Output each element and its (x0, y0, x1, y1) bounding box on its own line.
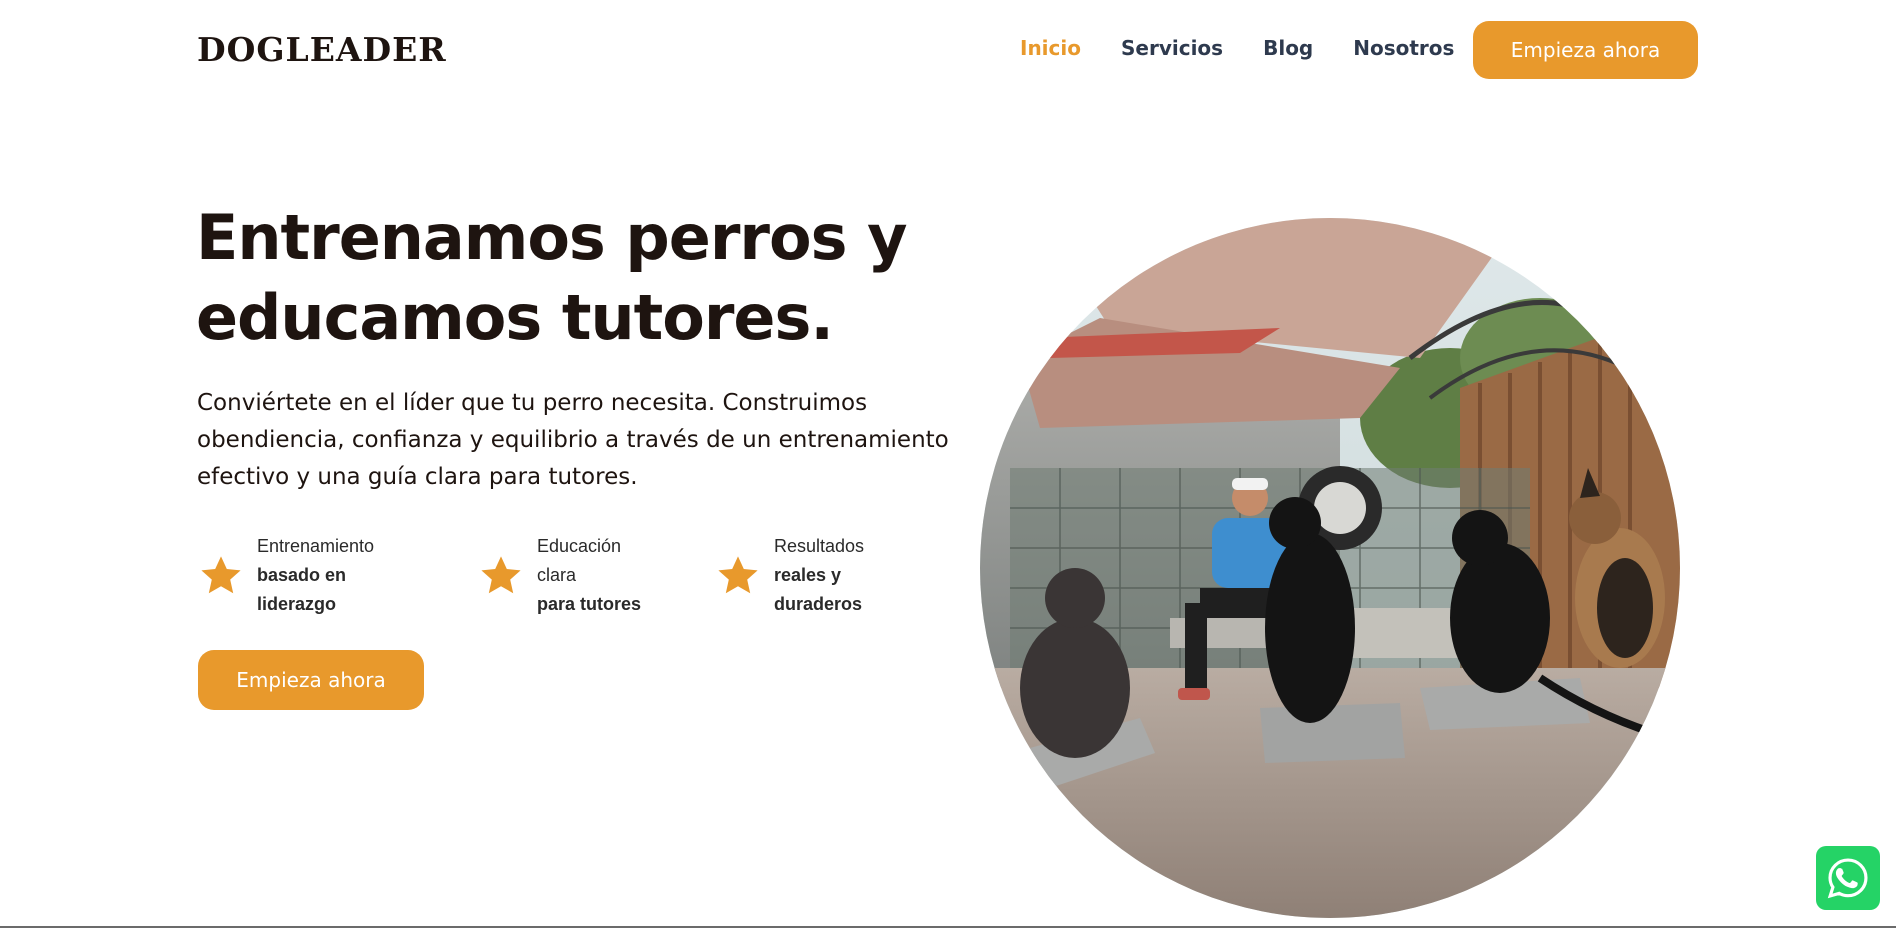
feature-line3: liderazgo (257, 594, 337, 614)
whatsapp-icon (1827, 858, 1868, 899)
feature-line2: reales y (774, 565, 842, 585)
main-nav: Inicio Servicios Blog Nosotros (1020, 36, 1494, 60)
feature-line1: Entrenamiento (257, 536, 375, 556)
nav-item-blog[interactable]: Blog (1263, 36, 1313, 60)
feature-list: Entrenamiento basado en liderazgo Educac… (197, 532, 957, 622)
hero-photo-illustration (980, 218, 1680, 918)
hero-title: Entrenamos perros y educamos tutores. (196, 198, 956, 358)
feature-line1: Resultados (774, 536, 865, 556)
hero-cta-button[interactable]: Empieza ahora (198, 650, 424, 710)
hero-description: Conviértete en el líder que tu perro nec… (197, 390, 949, 490)
feature-item: Educación clara para tutores (477, 532, 641, 619)
logo[interactable]: DOGLEADER (197, 30, 447, 69)
feature-line3: para tutores (537, 594, 642, 614)
feature-item: Resultados reales y duraderos (714, 532, 864, 619)
hero-title-line2: educamos tutores. (196, 281, 834, 354)
feature-item: Entrenamiento basado en liderazgo (197, 532, 374, 619)
nav-item-nosotros[interactable]: Nosotros (1353, 36, 1454, 60)
hero-title-line1: Entrenamos perros y (196, 201, 907, 274)
feature-text: Resultados reales y duraderos (774, 532, 864, 619)
whatsapp-button[interactable] (1816, 846, 1880, 910)
star-icon (201, 556, 241, 594)
hero-photo (980, 218, 1680, 918)
nav-item-inicio[interactable]: Inicio (1020, 36, 1081, 60)
header-cta-button[interactable]: Empieza ahora (1473, 21, 1698, 79)
feature-line1: Educación (537, 536, 622, 556)
feature-line2: basado en (257, 565, 347, 585)
star-icon (481, 556, 521, 594)
feature-line2: clara (537, 565, 577, 585)
feature-line3: duraderos (774, 594, 863, 614)
feature-text: Entrenamiento basado en liderazgo (257, 532, 374, 619)
site-header: DOGLEADER Inicio Servicios Blog Nosotros… (0, 0, 1896, 100)
nav-item-servicios[interactable]: Servicios (1121, 36, 1223, 60)
feature-text: Educación clara para tutores (537, 532, 641, 619)
star-icon (718, 556, 758, 594)
